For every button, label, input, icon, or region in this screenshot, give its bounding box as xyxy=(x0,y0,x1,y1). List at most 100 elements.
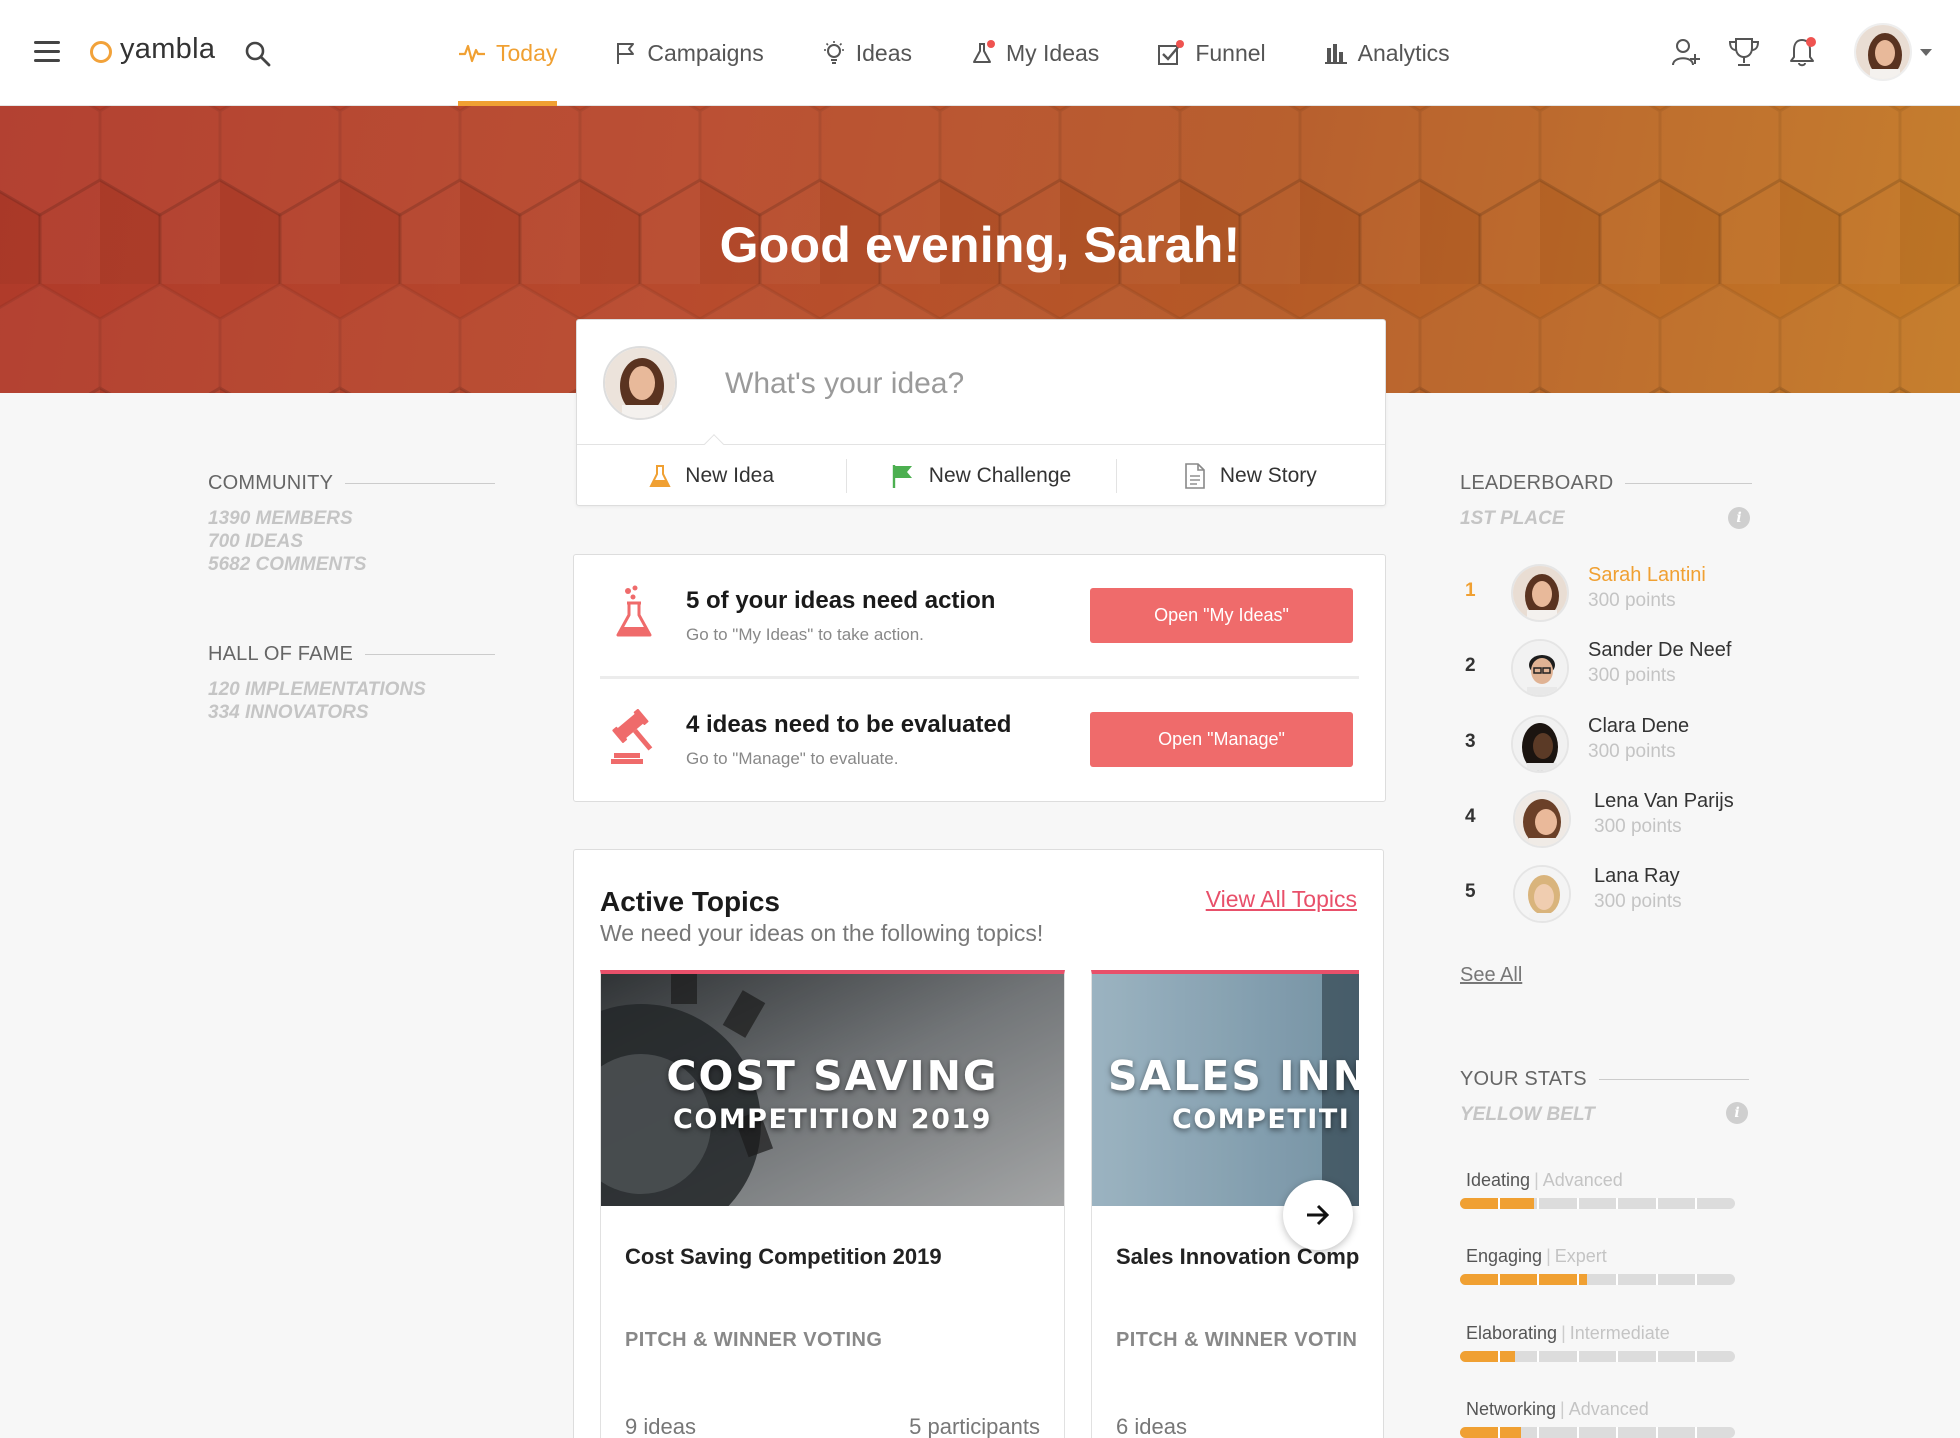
stat-label: Ideating | Advanced xyxy=(1460,1170,1740,1191)
composer-actions: New Idea New Challenge New Story xyxy=(577,445,1385,507)
leaderboard-rank: 1 xyxy=(1465,580,1476,601)
separator: | xyxy=(1534,1170,1539,1190)
view-all-topics-link[interactable]: View All Topics xyxy=(1206,886,1357,913)
leaderboard-entry[interactable]: 3 Clara Dene 300 points xyxy=(1460,709,1760,779)
topic-image: SALES INNO COMPETITI xyxy=(1092,974,1359,1206)
leaderboard-name: Sarah Lantini xyxy=(1588,564,1706,586)
open-my-ideas-button[interactable]: Open "My Ideas" xyxy=(1090,588,1353,643)
new-challenge-button[interactable]: New Challenge xyxy=(846,445,1115,507)
topic-phase: PITCH & WINNER VOTING xyxy=(625,1329,883,1351)
nav-campaigns[interactable]: Campaigns xyxy=(615,0,764,106)
search-icon[interactable] xyxy=(244,40,272,68)
nav-today-label: Today xyxy=(496,39,558,66)
active-topics-card: Active Topics We need your ideas on the … xyxy=(573,849,1384,1438)
leaderboard-entry[interactable]: 1 Sarah Lantini 300 points xyxy=(1460,558,1760,628)
bar-chart-icon xyxy=(1324,44,1347,64)
leaderboard-rank: 5 xyxy=(1465,881,1476,902)
community-stats: 1390 MEMBERS 700 IDEAS 5682 COMMENTS xyxy=(208,507,366,576)
topic-image-subtitle: COMPETITI xyxy=(1172,1104,1351,1135)
your-stats-subheading: YELLOW BELT xyxy=(1460,1104,1595,1125)
stat-ticks xyxy=(1460,1351,1735,1362)
action-subtitle: Go to "Manage" to evaluate. xyxy=(686,749,899,768)
community-ideas: 700 IDEAS xyxy=(208,531,304,552)
carousel-next-button[interactable] xyxy=(1283,1180,1353,1250)
action-row-my-ideas: 5 of your ideas need action Go to "My Id… xyxy=(574,555,1385,675)
leaderboard-name: Lena Van Parijs xyxy=(1594,790,1734,812)
topic-card-cost-saving[interactable]: COST SAVING COMPETITION 2019 Cost Saving… xyxy=(600,970,1065,1438)
stat-name: Ideating xyxy=(1466,1170,1531,1190)
leaderboard-points: 300 points xyxy=(1588,665,1676,686)
community-heading: COMMUNITY xyxy=(208,472,496,495)
topic-phase: PITCH & WINNER VOTIN xyxy=(1116,1329,1358,1351)
main-nav: Today Campaigns Ideas My Ideas Funnel An… xyxy=(458,0,1508,106)
avatar-photo-icon xyxy=(1513,566,1567,620)
hall-of-fame-heading: HALL OF FAME xyxy=(208,643,496,666)
nav-analytics-label: Analytics xyxy=(1357,39,1450,66)
add-user-button[interactable] xyxy=(1668,34,1704,70)
divider xyxy=(345,483,496,484)
document-icon xyxy=(1185,463,1205,489)
greeting-heading: Good evening, Sarah! xyxy=(719,217,1241,273)
topic-image-title: SALES INNO xyxy=(1108,1052,1359,1100)
nav-today[interactable]: Today xyxy=(458,0,558,106)
community-members: 1390 MEMBERS xyxy=(208,508,353,529)
user-avatar[interactable] xyxy=(1854,23,1912,81)
topic-participants-count: 5 participants xyxy=(909,1414,1040,1438)
stat-label: Engaging | Expert xyxy=(1460,1246,1740,1267)
topic-name: Cost Saving Competition 2019 xyxy=(625,1244,942,1269)
your-stats-heading-text: YOUR STATS xyxy=(1460,1068,1587,1090)
idea-composer: What's your idea? New Idea New Challenge… xyxy=(576,319,1386,506)
leaderboard-entry[interactable]: 4 Lena Van Parijs 300 points xyxy=(1460,784,1760,854)
divider xyxy=(1598,1079,1749,1080)
notifications-button[interactable] xyxy=(1784,34,1820,70)
leaderboard-heading-text: LEADERBOARD xyxy=(1460,472,1614,494)
chevron-down-icon[interactable] xyxy=(1920,48,1932,56)
topic-ideas-count: 6 ideas xyxy=(1116,1414,1187,1438)
stat-networking: Networking | Advanced xyxy=(1460,1399,1740,1438)
logo-ring-icon xyxy=(90,40,112,63)
flag-icon xyxy=(617,43,635,64)
stat-progress-bar xyxy=(1460,1198,1735,1209)
avatar-photo-icon xyxy=(1515,792,1569,846)
leaderboard-name: Lana Ray xyxy=(1594,865,1680,887)
stat-engaging: Engaging | Expert xyxy=(1460,1246,1740,1285)
logo[interactable]: yambla xyxy=(90,33,215,66)
leaderboard-name: Sander De Neef xyxy=(1588,639,1732,661)
topic-carousel: COST SAVING COMPETITION 2019 Cost Saving… xyxy=(600,970,1359,1438)
hall-of-fame-stats: 120 IMPLEMENTATIONS 334 INNOVATORS xyxy=(208,678,426,724)
see-all-link[interactable]: See All xyxy=(1460,964,1522,987)
new-idea-button[interactable]: New Idea xyxy=(577,445,846,507)
info-icon[interactable]: i xyxy=(1726,1102,1748,1124)
separator: | xyxy=(1546,1246,1551,1266)
idea-input[interactable]: What's your idea? xyxy=(725,367,964,401)
leaderboard-name: Clara Dene xyxy=(1588,715,1690,737)
topic-ideas-count: 9 ideas xyxy=(625,1414,696,1438)
leaderboard-entry[interactable]: 5 Lana Ray 300 points xyxy=(1460,859,1760,929)
nav-funnel-label: Funnel xyxy=(1195,39,1266,66)
stat-progress-bar xyxy=(1460,1351,1735,1362)
trophy-button[interactable] xyxy=(1726,34,1762,70)
community-heading-text: COMMUNITY xyxy=(208,472,334,494)
menu-icon[interactable] xyxy=(34,41,60,63)
divider xyxy=(1625,483,1753,484)
stat-ticks xyxy=(1460,1198,1735,1209)
nav-analytics[interactable]: Analytics xyxy=(1324,0,1450,106)
leaderboard-entry[interactable]: 2 Sander De Neef 300 points xyxy=(1460,633,1760,703)
nav-funnel[interactable]: Funnel xyxy=(1157,0,1266,106)
action-items-card: 5 of your ideas need action Go to "My Id… xyxy=(573,554,1386,802)
nav-my-ideas[interactable]: My Ideas xyxy=(970,0,1099,106)
avatar-photo-icon xyxy=(605,348,675,418)
your-stats-heading: YOUR STATS xyxy=(1460,1068,1749,1091)
hall-of-fame-heading-text: HALL OF FAME xyxy=(208,643,354,665)
stat-ticks xyxy=(1460,1427,1735,1438)
hof-innovators: 334 INNOVATORS xyxy=(208,702,369,723)
new-story-button[interactable]: New Story xyxy=(1115,445,1385,507)
open-manage-button[interactable]: Open "Manage" xyxy=(1090,712,1353,767)
nav-ideas[interactable]: Ideas xyxy=(822,0,912,106)
new-challenge-label: New Challenge xyxy=(928,464,1072,487)
stat-label: Elaborating | Intermediate xyxy=(1460,1323,1740,1344)
info-icon[interactable]: i xyxy=(1728,507,1750,529)
topics-subtitle: We need your ideas on the following topi… xyxy=(600,920,1044,946)
leaderboard-points: 300 points xyxy=(1588,590,1676,611)
lightbulb-icon xyxy=(823,41,844,64)
